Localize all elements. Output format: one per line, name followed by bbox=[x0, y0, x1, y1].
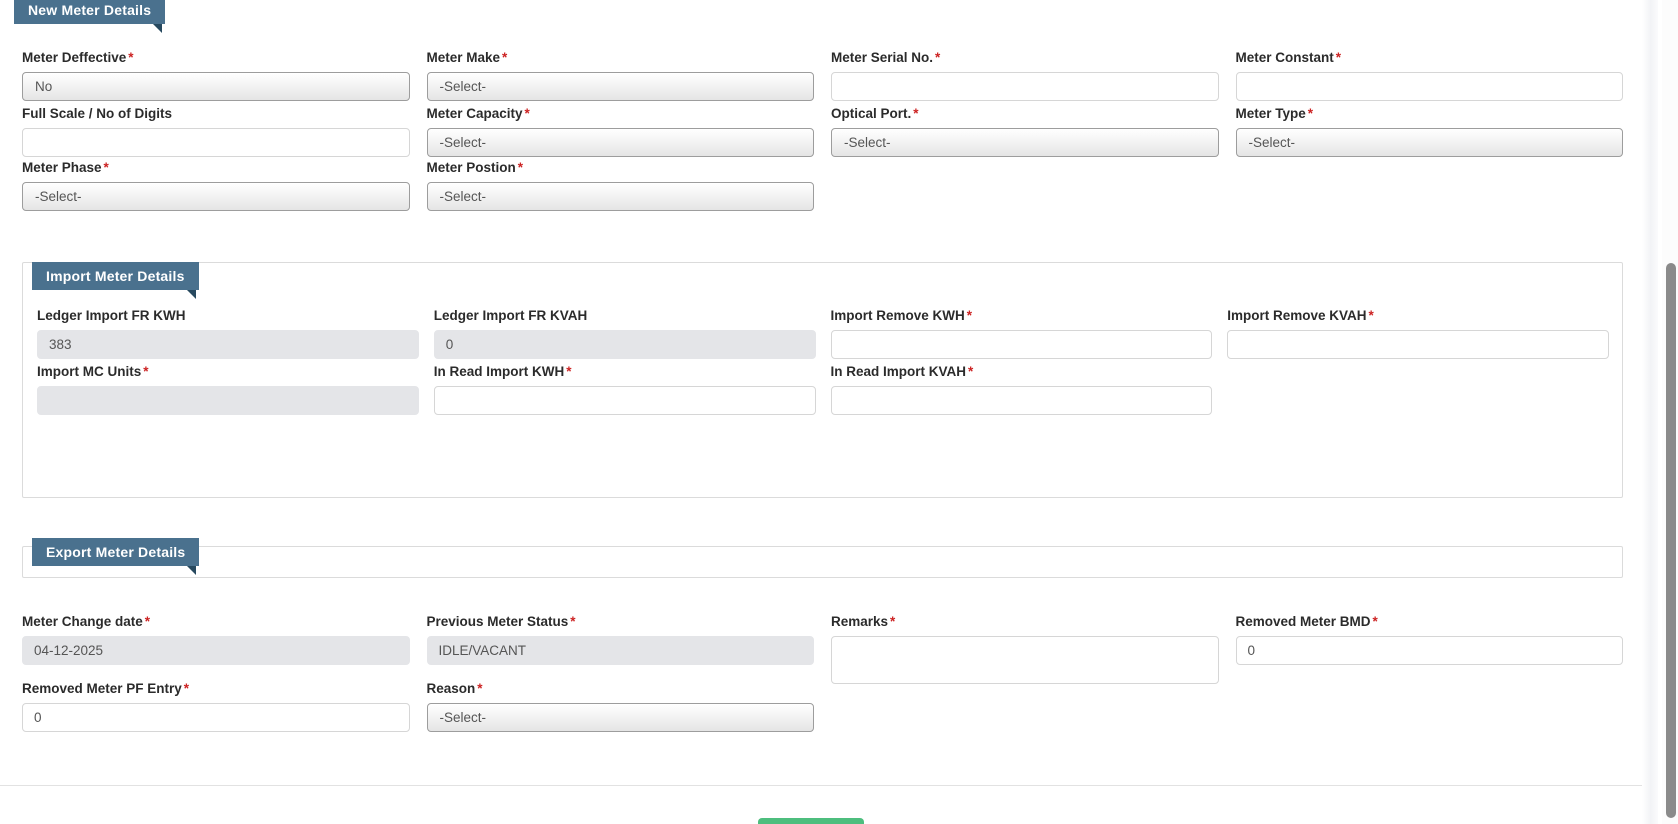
section-header-export-meter-details: Export Meter Details bbox=[32, 538, 200, 575]
import-row-2: Import MC Units * In Read Import KWH * In … bbox=[37, 364, 1609, 415]
reason-label: Reason * bbox=[426, 681, 483, 696]
field-ledger-import-fr-kwh: Ledger Import FR KWH bbox=[37, 308, 419, 359]
field-removed-meter-pf-entry: Removed Meter PF Entry * bbox=[22, 681, 410, 732]
new-meter-row-3: Meter Phase * -Select- Meter Postion * -Se… bbox=[22, 160, 1623, 211]
remarks-label: Remarks * bbox=[831, 614, 896, 629]
field-import-remove-kwh: Import Remove KWH * bbox=[830, 308, 1213, 359]
scrollbar-thumb[interactable] bbox=[1666, 263, 1676, 818]
meter-defective-label: Meter Deffective * bbox=[22, 50, 134, 65]
field-meter-position: Meter Postion * -Select- bbox=[426, 160, 814, 211]
meter-capacity-label: Meter Capacity * bbox=[426, 106, 530, 121]
in-read-import-kvah-input[interactable] bbox=[830, 386, 1213, 415]
field-meter-constant: Meter Constant * bbox=[1235, 50, 1623, 101]
removed-meter-bmd-label: Removed Meter BMD * bbox=[1235, 614, 1378, 629]
optical-port-select[interactable]: -Select- bbox=[831, 128, 1219, 157]
meter-phase-label: Meter Phase * bbox=[22, 160, 109, 175]
export-section-box bbox=[22, 546, 1623, 578]
removed-meter-pf-entry-label: Removed Meter PF Entry * bbox=[22, 681, 190, 696]
ledger-import-fr-kwh-label: Ledger Import FR KWH bbox=[37, 308, 186, 323]
import-remove-kwh-input[interactable] bbox=[830, 330, 1213, 359]
new-meter-row-1: Meter Deffective * No Meter Make * -Select… bbox=[22, 50, 1623, 101]
import-remove-kwh-label: Import Remove KWH * bbox=[830, 308, 973, 323]
new-meter-row-2: Full Scale / No of Digits Meter Capacity… bbox=[22, 106, 1623, 157]
ledger-import-fr-kwh-input bbox=[37, 330, 419, 359]
in-read-import-kvah-label: In Read Import KVAH * bbox=[830, 364, 974, 379]
field-ledger-import-fr-kvah: Ledger Import FR KVAH bbox=[433, 308, 816, 359]
field-meter-defective: Meter Deffective * No bbox=[22, 50, 410, 101]
field-meter-phase: Meter Phase * -Select- bbox=[22, 160, 410, 211]
meter-type-label: Meter Type * bbox=[1235, 106, 1314, 121]
removal-row-2: Removed Meter PF Entry* Reason* -Select- bbox=[22, 681, 1623, 732]
meter-make-select[interactable]: -Select- bbox=[426, 72, 814, 101]
optical-port-label: Optical Port. * bbox=[831, 106, 919, 121]
in-read-import-kwh-label: In Read Import KWH * bbox=[433, 364, 572, 379]
meter-type-select[interactable]: -Select- bbox=[1235, 128, 1623, 157]
remarks-textarea[interactable] bbox=[831, 636, 1219, 684]
previous-meter-status-label: Previous Meter Status * bbox=[426, 614, 576, 629]
field-reason: Reason * -Select- bbox=[426, 681, 814, 732]
in-read-import-kwh-input[interactable] bbox=[433, 386, 816, 415]
meter-change-form-page: New Meter Details Meter Deffective * No M… bbox=[0, 0, 1678, 824]
section-header-new-meter-details: New Meter Details bbox=[14, 0, 166, 33]
full-scale-label: Full Scale / No of Digits bbox=[22, 106, 173, 121]
field-meter-type: Meter Type * -Select- bbox=[1235, 106, 1623, 157]
meter-phase-select[interactable]: -Select- bbox=[22, 182, 410, 211]
removed-meter-bmd-input[interactable] bbox=[1235, 636, 1623, 665]
field-in-read-import-kwh: In Read Import KWH * bbox=[433, 364, 816, 415]
meter-position-label: Meter Postion * bbox=[426, 160, 524, 175]
field-remarks: Remarks * bbox=[831, 614, 1219, 684]
field-meter-make: Meter Make * -Select- bbox=[426, 50, 814, 101]
field-full-scale: Full Scale / No of Digits bbox=[22, 106, 410, 157]
import-mc-units-label: Import MC Units * bbox=[37, 364, 149, 379]
footer-divider bbox=[0, 785, 1656, 786]
meter-constant-label: Meter Constant * bbox=[1235, 50, 1342, 65]
meter-change-date-label: Meter Change date * bbox=[22, 614, 151, 629]
meter-change-date-input bbox=[22, 636, 410, 665]
previous-meter-status-input bbox=[426, 636, 814, 665]
field-optical-port: Optical Port. * -Select- bbox=[831, 106, 1219, 157]
field-import-mc-units: Import MC Units * bbox=[37, 364, 419, 415]
import-remove-kvah-input[interactable] bbox=[1227, 330, 1609, 359]
meter-constant-input[interactable] bbox=[1235, 72, 1623, 101]
field-import-remove-kvah: Import Remove KVAH * bbox=[1227, 308, 1609, 359]
meter-serial-no-label: Meter Serial No. * bbox=[831, 50, 941, 65]
meter-make-label: Meter Make * bbox=[426, 50, 508, 65]
full-scale-input[interactable] bbox=[22, 128, 410, 157]
ledger-import-fr-kvah-input bbox=[433, 330, 816, 359]
removal-row-1: Meter Change date* Previous Meter Status… bbox=[22, 614, 1623, 684]
meter-capacity-select[interactable]: -Select- bbox=[426, 128, 814, 157]
meter-serial-no-input[interactable] bbox=[831, 72, 1219, 101]
field-meter-change-date: Meter Change date * bbox=[22, 614, 410, 684]
field-removed-meter-bmd: Removed Meter BMD * bbox=[1235, 614, 1623, 684]
import-remove-kvah-label: Import Remove KVAH * bbox=[1227, 308, 1374, 323]
import-mc-units-input bbox=[37, 386, 419, 415]
section-header-import-meter-details: Import Meter Details bbox=[32, 262, 199, 299]
field-meter-serial-no: Meter Serial No. * bbox=[831, 50, 1219, 101]
reason-select[interactable]: -Select- bbox=[426, 703, 814, 732]
import-row-1: Ledger Import FR KWH Ledger Import FR KV… bbox=[37, 308, 1609, 359]
removed-meter-pf-entry-input[interactable] bbox=[22, 703, 410, 732]
field-meter-capacity: Meter Capacity * -Select- bbox=[426, 106, 814, 157]
meter-position-select[interactable]: -Select- bbox=[426, 182, 814, 211]
field-previous-meter-status: Previous Meter Status * bbox=[426, 614, 814, 684]
submit-button[interactable] bbox=[758, 818, 864, 824]
field-in-read-import-kvah: In Read Import KVAH * bbox=[830, 364, 1213, 415]
meter-defective-select[interactable]: No bbox=[22, 72, 410, 101]
ledger-import-fr-kvah-label: Ledger Import FR KVAH bbox=[433, 308, 588, 323]
right-gutter bbox=[1642, 0, 1658, 824]
